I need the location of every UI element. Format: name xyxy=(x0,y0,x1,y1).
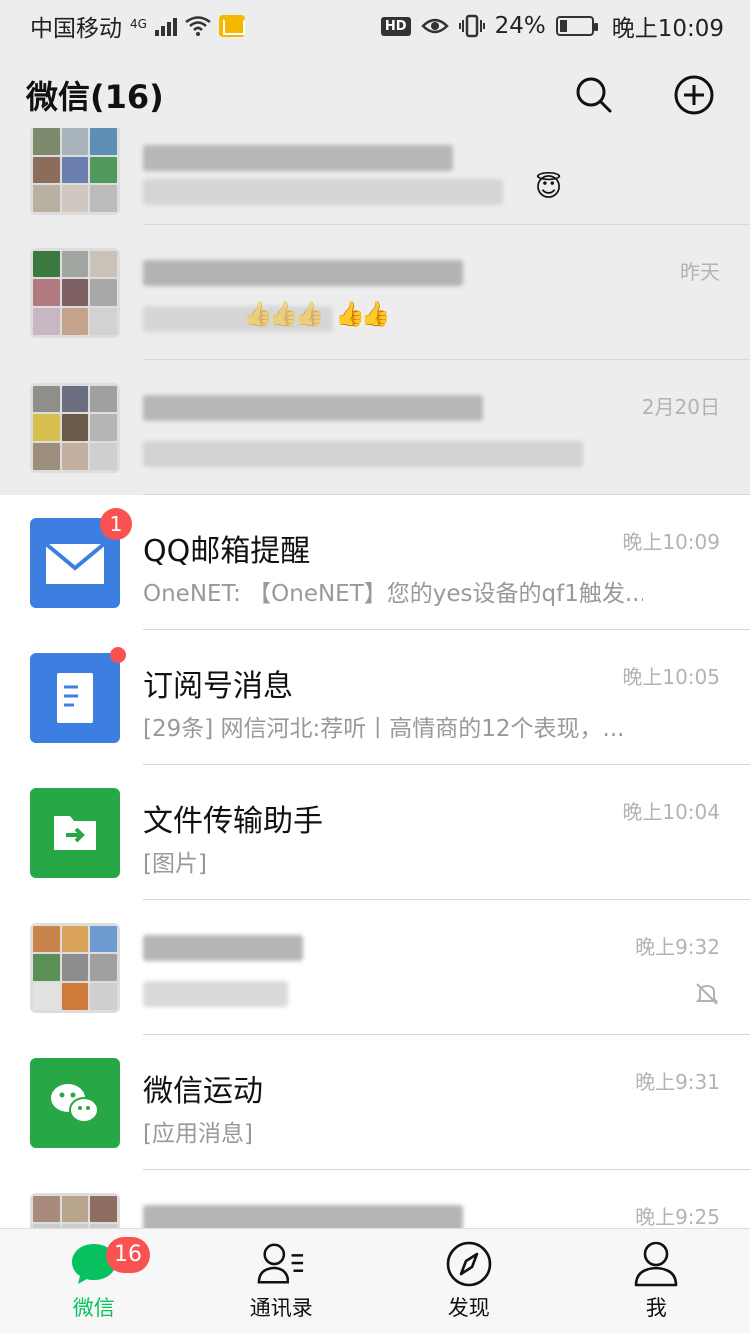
folder-arrow-icon xyxy=(54,815,96,850)
carrier-name: 中国移动 xyxy=(30,16,122,42)
tab-label: 发现 xyxy=(447,1296,490,1320)
chat-row-muted-group[interactable]: 晚上9:32 xyxy=(0,900,750,1035)
unread-dot xyxy=(110,646,126,663)
subscriptions-avatar xyxy=(30,646,126,743)
chat-list[interactable]: 😇 👍👍👍 👍👍 昨天 2月20日 1 QQ邮箱提醒 OneNET: 【OneN… xyxy=(0,128,750,1228)
hd-icon: HD xyxy=(380,16,411,36)
chat-name: QQ邮箱提醒 xyxy=(143,533,311,569)
article-icon xyxy=(57,672,93,723)
chat-row-subscriptions[interactable]: 订阅号消息 [29条] 网信河北:荐听丨高情商的12个表现，... 晚上10:0… xyxy=(0,630,750,765)
chat-row-pinned-group-1[interactable]: 😇 xyxy=(0,128,750,225)
chat-row-qq-mail[interactable]: 1 QQ邮箱提醒 OneNET: 【OneNET】您的yes设备的qf1触发..… xyxy=(0,495,750,630)
mail-notification-icon xyxy=(218,15,245,37)
blurred-name xyxy=(143,145,453,171)
group-avatar xyxy=(30,922,120,1013)
chat-time: 晚上9:25 xyxy=(635,1204,720,1229)
blurred-name xyxy=(143,394,483,421)
chat-name: 订阅号消息 xyxy=(143,668,293,704)
chat-name: 文件传输助手 xyxy=(143,803,323,839)
chat-name: 微信运动 xyxy=(143,1073,263,1109)
blurred-name xyxy=(143,259,463,286)
chat-row-group-partial[interactable]: 晚上9:25 xyxy=(0,1170,750,1228)
chat-row-werun[interactable]: 微信运动 [应用消息] 晚上9:31 xyxy=(0,1035,750,1170)
chat-time: 晚上9:31 xyxy=(635,1069,720,1094)
clock: 晚上10:09 xyxy=(611,16,724,42)
tab-chats[interactable]: 16 微信 xyxy=(0,1229,188,1333)
chat-row-pinned-group-3[interactable]: 2月20日 xyxy=(0,360,750,495)
page-title: 微信(16) xyxy=(26,78,164,116)
blurred-preview xyxy=(143,440,583,467)
chat-time: 晚上9:32 xyxy=(635,934,720,959)
chat-preview: [29条] 网信河北:荐听丨高情商的12个表现，... xyxy=(143,715,625,742)
chat-row-file-transfer[interactable]: 文件传输助手 [图片] 晚上10:04 xyxy=(0,765,750,900)
tab-label: 通讯录 xyxy=(249,1296,313,1320)
tab-label: 微信 xyxy=(72,1296,115,1320)
compass-icon xyxy=(445,1240,493,1288)
eye-icon xyxy=(420,18,449,34)
unread-badge: 1 xyxy=(100,507,132,540)
wifi-icon xyxy=(185,16,211,36)
emoji-icon: 😇 xyxy=(535,173,563,203)
search-icon xyxy=(576,77,612,113)
mute-bell-icon xyxy=(695,982,719,1005)
contacts-icon xyxy=(257,1240,305,1288)
chat-preview: OneNET: 【OneNET】您的yes设备的qf1触发... xyxy=(143,580,643,607)
signal-icon xyxy=(154,16,177,36)
werun-avatar xyxy=(30,1057,120,1148)
chat-row-pinned-group-2[interactable]: 👍👍👍 👍👍 昨天 xyxy=(0,225,750,360)
vibrate-icon xyxy=(458,14,485,38)
chat-preview: [图片] xyxy=(143,850,207,877)
chat-time: 2月20日 xyxy=(641,394,720,419)
group-avatar xyxy=(30,247,120,338)
tab-label: 我 xyxy=(645,1296,667,1320)
chat-preview: [应用消息] xyxy=(143,1120,253,1147)
blurred-name xyxy=(143,1204,463,1228)
network-type: 4G xyxy=(130,17,147,31)
tab-discover[interactable]: 发现 xyxy=(375,1229,563,1333)
file-transfer-avatar xyxy=(30,787,120,878)
blurred-preview xyxy=(143,179,503,205)
blurred-name xyxy=(143,934,303,961)
bottom-tab-bar: 16 微信 通讯录 发现 我 xyxy=(0,1228,750,1333)
person-icon xyxy=(632,1240,680,1288)
thumbs-up-icon: 👍👍 xyxy=(335,299,391,328)
battery-icon xyxy=(555,16,598,36)
chat-time: 晚上10:09 xyxy=(622,529,720,554)
battery-percent: 24% xyxy=(494,13,546,39)
group-avatar xyxy=(30,1192,120,1228)
add-button[interactable] xyxy=(664,65,724,125)
group-avatar xyxy=(30,128,120,215)
chat-time: 晚上10:05 xyxy=(622,664,720,689)
app-header: 微信(16) xyxy=(0,52,750,138)
qq-mail-avatar: 1 xyxy=(30,507,132,608)
group-avatar xyxy=(30,382,120,473)
thumbs-up-icon: 👍👍👍 xyxy=(243,299,325,328)
chat-time: 昨天 xyxy=(680,259,720,284)
search-button[interactable] xyxy=(564,65,624,125)
plus-circle-icon xyxy=(674,75,714,115)
status-bar: 中国移动 4G HD 24% 晚上10:09 xyxy=(0,0,750,52)
tab-me[interactable]: 我 xyxy=(563,1229,750,1333)
chat-time: 晚上10:04 xyxy=(622,799,720,824)
tab-unread-badge: 16 xyxy=(106,1237,150,1273)
wechat-logo-icon xyxy=(51,1083,99,1123)
blurred-preview xyxy=(143,980,288,1007)
tab-contacts[interactable]: 通讯录 xyxy=(188,1229,376,1333)
